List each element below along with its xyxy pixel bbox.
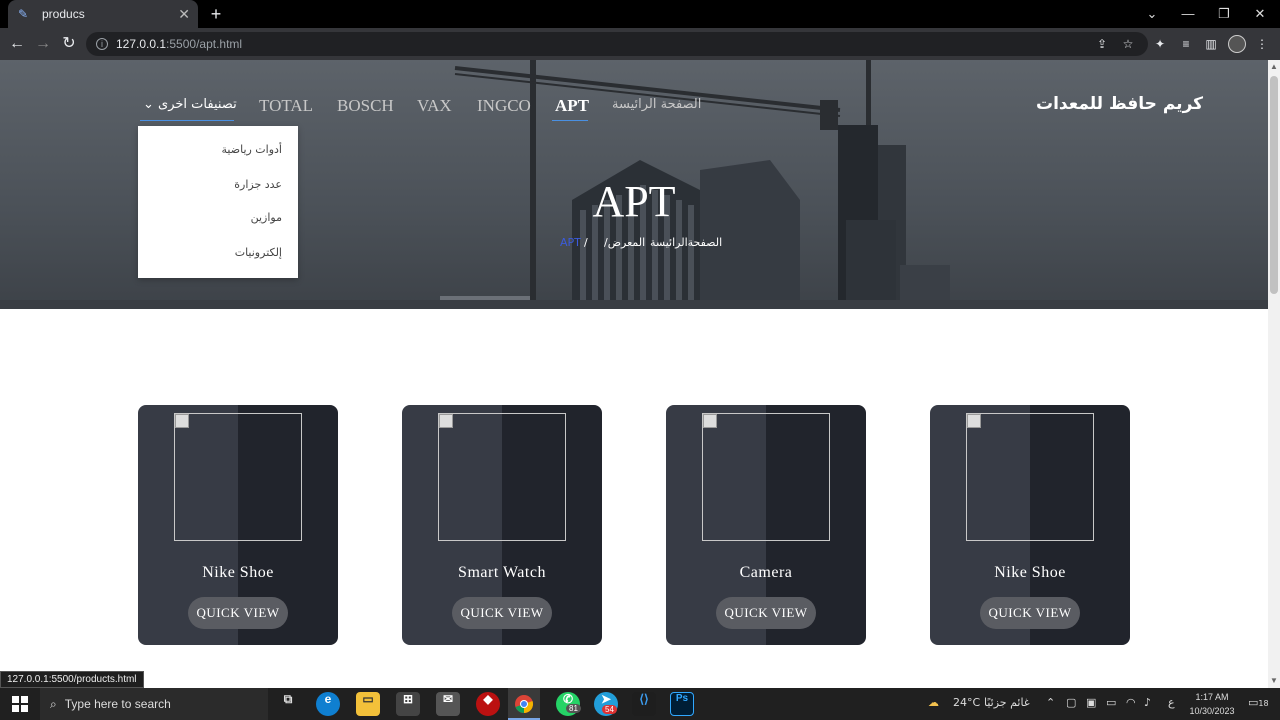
weather-text[interactable]: غائم جزئيًا xyxy=(984,696,1030,709)
quick-view-button[interactable]: QUICK VIEW xyxy=(716,597,816,629)
volume-icon[interactable]: ♪ xyxy=(1144,696,1151,709)
quick-view-button[interactable]: QUICK VIEW xyxy=(452,597,552,629)
breadcrumb-home[interactable]: الصفحةالرائيسة xyxy=(650,236,722,249)
quick-view-button[interactable]: QUICK VIEW xyxy=(188,597,288,629)
whatsapp-badge: 81 xyxy=(566,704,581,713)
chrome-icon xyxy=(515,695,534,713)
file-explorer-icon[interactable]: ▭ xyxy=(356,692,380,716)
search-icon: ⌕ xyxy=(50,696,57,711)
broken-image-icon xyxy=(967,414,981,428)
address-bar[interactable]: i 127.0.0.1:5500/apt.html xyxy=(86,32,1148,56)
photoshop-icon[interactable]: Ps xyxy=(670,692,694,716)
store-icon[interactable]: ⊞ xyxy=(396,692,420,716)
link-status-bubble: 127.0.0.1:5500/products.html xyxy=(0,671,144,688)
chrome-taskbar-button[interactable] xyxy=(508,688,540,720)
scrollbar-thumb[interactable] xyxy=(1270,76,1278,294)
product-image xyxy=(966,413,1094,541)
edge-icon[interactable]: e xyxy=(316,692,340,716)
display-icon[interactable]: ▣ xyxy=(1086,696,1096,709)
wifi-icon[interactable]: ◠ xyxy=(1126,696,1136,709)
breadcrumb-current: APT xyxy=(560,236,581,249)
product-name: Smart Watch xyxy=(458,564,546,581)
nav-more-categories[interactable]: ⌄ تصنيفات اخرى xyxy=(143,97,237,112)
reload-icon[interactable]: ↻ xyxy=(58,34,80,54)
profile-avatar[interactable] xyxy=(1228,35,1246,53)
breadcrumb-gallery[interactable]: /المعرض xyxy=(604,236,645,249)
product-name: Nike Shoe xyxy=(202,564,274,581)
nav-ingco[interactable]: INGCO xyxy=(477,96,531,116)
chevron-down-icon: ⌄ xyxy=(143,97,154,112)
tab-search-icon[interactable]: ⌄ xyxy=(1134,0,1170,28)
weather-temp[interactable]: 24°C xyxy=(953,696,980,709)
close-tab-icon[interactable]: ✕ xyxy=(178,6,190,23)
nav-bosch[interactable]: BOSCH xyxy=(337,96,394,116)
bookmark-star-icon[interactable]: ☆ xyxy=(1120,36,1136,52)
product-name: Camera xyxy=(739,564,793,581)
broken-image-icon xyxy=(439,414,453,428)
broken-image-icon xyxy=(703,414,717,428)
product-card: Camera QUICK VIEW xyxy=(666,405,866,645)
broken-image-icon xyxy=(175,414,189,428)
notification-icon[interactable]: ▭18 xyxy=(1248,696,1269,709)
nav-home[interactable]: الصفحة الرائيسة xyxy=(612,97,701,112)
minimize-button[interactable]: — xyxy=(1170,0,1206,28)
extensions-icon[interactable]: ✦ xyxy=(1152,36,1168,52)
share-icon[interactable]: ⇪ xyxy=(1094,36,1110,52)
breadcrumb-separator: / xyxy=(584,236,588,249)
product-card: Nike Shoe QUICK VIEW xyxy=(930,405,1130,645)
side-panel-icon[interactable]: ▥ xyxy=(1203,36,1219,52)
windows-start-icon[interactable] xyxy=(0,688,40,720)
new-tab-button[interactable]: + xyxy=(206,4,226,24)
tab-title: producs xyxy=(42,7,85,21)
tray-overflow-icon[interactable]: ⌃ xyxy=(1046,696,1055,709)
menu-dots-icon[interactable]: ⋮ xyxy=(1254,36,1270,52)
product-card: Smart Watch QUICK VIEW xyxy=(402,405,602,645)
antivirus-icon[interactable]: ◆ xyxy=(476,692,500,716)
telegram-badge: 54 xyxy=(602,705,617,714)
site-info-icon[interactable]: i xyxy=(96,38,108,50)
taskbar-clock[interactable]: 1:17 AM 10/30/2023 xyxy=(1188,690,1236,718)
dropdown-nav-underline xyxy=(140,120,234,121)
product-image xyxy=(174,413,302,541)
product-card: Nike Shoe QUICK VIEW xyxy=(138,405,338,645)
nav-total[interactable]: TOTAL xyxy=(259,96,313,116)
scroll-down-arrow-icon[interactable]: ▼ xyxy=(1268,674,1280,688)
url-text: 127.0.0.1:5500/apt.html xyxy=(116,37,243,51)
active-nav-underline xyxy=(552,120,588,121)
favicon-icon: ✎ xyxy=(17,7,29,21)
input-language[interactable]: ع xyxy=(1168,696,1175,709)
weather-icon: ☁ xyxy=(928,696,939,709)
maximize-button[interactable]: ❐ xyxy=(1206,0,1242,28)
nav-apt[interactable]: APT xyxy=(555,96,589,116)
task-view-icon[interactable]: ⧉ xyxy=(276,692,300,716)
meet-icon[interactable]: ▢ xyxy=(1066,696,1076,709)
dropdown-item-sports[interactable]: أدوات رياضية xyxy=(142,143,282,156)
product-image xyxy=(702,413,830,541)
scroll-up-arrow-icon[interactable]: ▲ xyxy=(1268,60,1280,74)
product-name: Nike Shoe xyxy=(994,564,1066,581)
nav-vax[interactable]: VAX xyxy=(417,96,452,116)
product-image xyxy=(438,413,566,541)
page-title: APT xyxy=(592,177,676,226)
brand-logo[interactable]: كريم حافظ للمعدات xyxy=(1036,94,1203,114)
close-window-button[interactable]: ✕ xyxy=(1242,0,1278,28)
reading-list-icon[interactable]: ≡ xyxy=(1178,36,1194,52)
taskbar-search-box[interactable]: ⌕ Type here to search xyxy=(40,688,268,720)
browser-tab[interactable]: ✎ producs ✕ xyxy=(8,0,198,28)
vscode-icon[interactable]: ⟨⟩ xyxy=(632,692,656,716)
quick-view-button[interactable]: QUICK VIEW xyxy=(980,597,1080,629)
back-icon[interactable]: ← xyxy=(6,34,28,54)
mail-icon[interactable]: ✉ xyxy=(436,692,460,716)
battery-icon[interactable]: ▭ xyxy=(1106,696,1116,709)
forward-icon[interactable]: → xyxy=(32,34,54,54)
dropdown-item-electronics[interactable]: إلكترونيات xyxy=(142,246,282,259)
